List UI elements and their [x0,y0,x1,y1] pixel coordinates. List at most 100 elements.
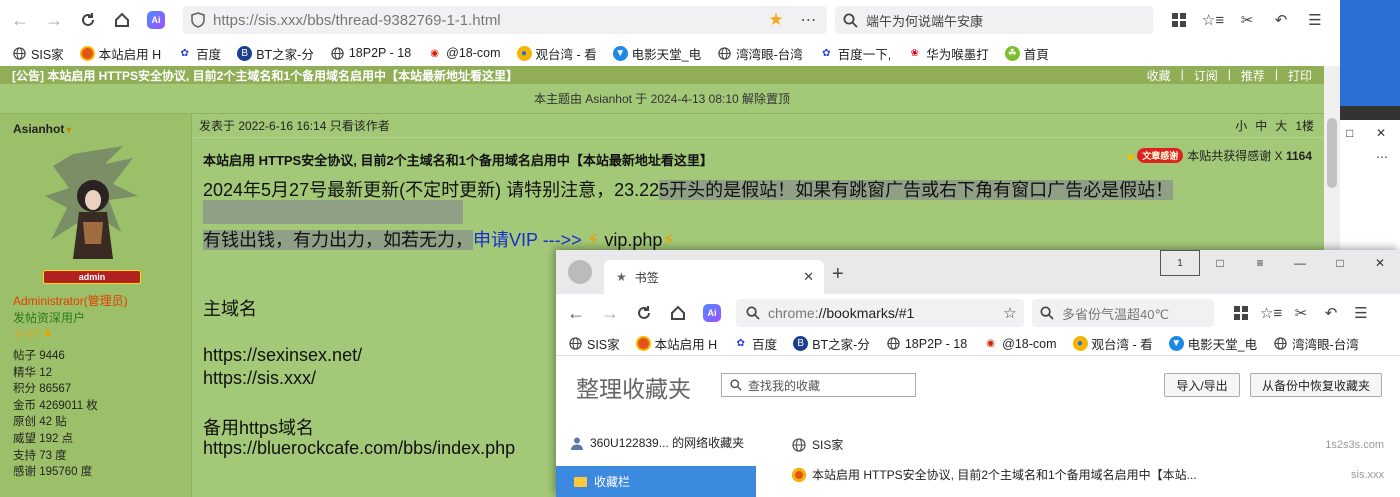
bookmark-item[interactable]: 18P2P - 18 [330,46,411,61]
user-stats: 帖子 9446 精华 12 积分 86567 金币 4269011 枚 原创 4… [13,348,191,481]
forward-arrow-icon[interactable]: → [40,6,68,34]
bookmark-label: 华为喉墨打 [926,47,989,62]
back-arrow-icon[interactable]: ← [6,6,34,34]
domain-link-2[interactable]: https://sis.xxx/ [203,368,316,389]
subscribe-link[interactable]: 订阅 [1194,67,1218,84]
bookmark-item[interactable]: SIS家 [568,334,620,353]
bookmark-star-icon[interactable]: ☆ [996,304,1024,322]
more-options-icon[interactable]: ⋯ [1376,150,1388,164]
restore-backup-button[interactable]: 从备份中恢复收藏夹 [1250,373,1382,397]
bookmark-item[interactable]: 湾湾眼-台湾 [717,44,803,63]
font-medium-button[interactable]: 中 [1255,117,1267,134]
floor-number: 1楼 [1295,119,1314,133]
avatar[interactable] [43,144,143,264]
tab-bookmarks[interactable]: ★ 书签 ✕ [604,260,824,294]
minimize-icon[interactable]: — [1280,250,1320,276]
background-window-edge [1340,106,1400,120]
bookmark-search-input[interactable]: 查找我的收藏 [721,373,916,397]
maximize-icon[interactable]: □ [1320,250,1360,276]
reload-icon[interactable] [74,6,102,34]
apps-grid-icon[interactable] [1228,299,1254,327]
menu-icon[interactable]: ☰ [1301,6,1329,34]
search-icon [730,379,742,391]
search-box[interactable]: 多省份气温超40℃ [1032,299,1214,327]
bookmark-item[interactable]: ✿ 百度 [177,44,221,63]
list-item[interactable]: 本站启用 HTTPS安全协议, 目前2个主域名和1个备用域名启用中【本站... … [792,466,1384,483]
favorites-list-icon[interactable]: ☆≡ [1258,299,1284,327]
bookmark-item[interactable]: ▼ 电影天堂_电 [612,44,701,63]
bookmark-item[interactable]: ✿ 百度 [733,334,777,353]
bookmark-item[interactable]: 湾湾眼-台湾 [1273,334,1359,353]
recommend-link[interactable]: 推荐 [1241,67,1265,84]
bookmark-item[interactable]: ◉ @18-com [427,46,500,61]
reload-icon[interactable] [630,299,658,327]
undo-icon[interactable]: ↶ [1267,6,1295,34]
bookmark-label: 百度 [196,47,222,62]
bookmark-item[interactable]: 18P2P - 18 [886,336,967,351]
tab-counter[interactable]: 1 [1160,250,1200,276]
bookmark-item[interactable]: ● 观台湾 - 看 [516,44,597,63]
ai-assistant-button[interactable]: Ai [142,6,170,34]
close-window-icon[interactable]: ✕ [1360,250,1400,276]
back-arrow-icon[interactable]: ← [562,299,590,327]
import-export-button[interactable]: 导入/导出 [1164,373,1240,397]
bookmark-item[interactable]: ▼ 电影天堂_电 [1168,334,1257,353]
bookmark-item[interactable]: ✿ 百度一下, [819,44,891,63]
thanks-badge[interactable]: 文章感谢 [1137,148,1184,163]
undo-icon[interactable]: ↶ [1318,299,1344,327]
avatar[interactable] [568,260,592,284]
bookmark-item[interactable]: ◉ @18-com [983,336,1056,351]
backup-link-1[interactable]: https://bluerockcafe.com/bbs/index.php [203,438,515,459]
bookmark-item[interactable]: 本站启用 H [635,334,717,353]
home-icon[interactable] [664,299,692,327]
bookmark-item[interactable]: ● 观台湾 - 看 [1072,334,1153,353]
thanks-info: ● 文章感谢 本贴共获得感谢 X 1164 [1127,147,1312,164]
bookmark-item[interactable]: 本站启用 H [79,44,161,63]
forward-arrow-icon[interactable]: → [596,299,624,327]
bookmark-star-icon[interactable]: ★ [761,10,791,30]
shirt-icon[interactable]: □ [1200,250,1240,276]
bookmark-label: @18-com [1002,336,1057,351]
bookmark-item[interactable]: B BT之家-分 [793,334,870,353]
search-text: 端午为何说端午安康 [866,13,984,29]
scissors-icon[interactable]: ✂ [1233,6,1261,34]
bookmark-item[interactable]: B BT之家-分 [237,44,314,63]
list-item[interactable]: SIS家 1s2s3s.com [792,436,1384,453]
scissors-icon[interactable]: ✂ [1288,299,1314,327]
bookmark-item[interactable]: ☘ 首頁 [1004,44,1049,63]
eye-icon: ◉ [986,338,996,349]
close-icon[interactable]: ✕ [1376,126,1386,140]
font-small-button[interactable]: 小 [1235,117,1247,134]
font-large-button[interactable]: 大 [1275,117,1287,134]
ai-assistant-button[interactable]: Ai [698,299,726,327]
close-tab-icon[interactable]: ✕ [803,269,814,285]
bookmark-item[interactable]: SIS家 [12,44,64,63]
bookmark-label: SIS家 [587,338,620,352]
account-folder[interactable]: 360U122839... 的网络收藏夹 [570,434,744,451]
more-options-icon[interactable]: ⋯ [791,10,827,30]
shield-icon: ▼ [1168,336,1184,351]
address-bar[interactable]: chrome://bookmarks/#1 ☆ [736,299,1024,327]
favorite-link[interactable]: 收藏 [1147,67,1171,84]
vip-file-link[interactable]: vip.php [604,230,662,250]
favorites-list-icon[interactable]: ☆≡ [1199,6,1227,34]
username-link[interactable]: Asianhot▼ [13,122,191,136]
search-box[interactable]: 端午为何说端午安康 [835,6,1153,34]
new-tab-button[interactable]: + [832,263,844,286]
maximize-icon[interactable]: □ [1346,126,1353,140]
post-meta: 发表于 2022-6-16 16:14 只看该作者 [199,119,390,133]
search-text: 多省份气温超40℃ [1062,306,1170,322]
print-link[interactable]: 打印 [1288,67,1312,84]
huawei-icon: ❀ [910,47,919,59]
address-bar[interactable]: https://sis.xxx/bbs/thread-9382769-1-1.h… [183,6,827,34]
menu-icon[interactable]: ≡ [1240,250,1280,276]
vip-link[interactable]: 申请VIP --->> [473,230,582,250]
folder-favorites-bar[interactable]: 收藏栏 [556,466,756,497]
scrollbar-thumb[interactable] [1327,118,1337,188]
bookmark-item[interactable]: ❀ 华为喉墨打 [907,44,989,63]
home-icon[interactable] [108,6,136,34]
apps-grid-icon[interactable] [1165,6,1193,34]
domain-link-1[interactable]: https://sexinsex.net/ [203,345,362,366]
menu-icon[interactable]: ☰ [1348,299,1374,327]
ai-icon: Ai [703,304,721,322]
